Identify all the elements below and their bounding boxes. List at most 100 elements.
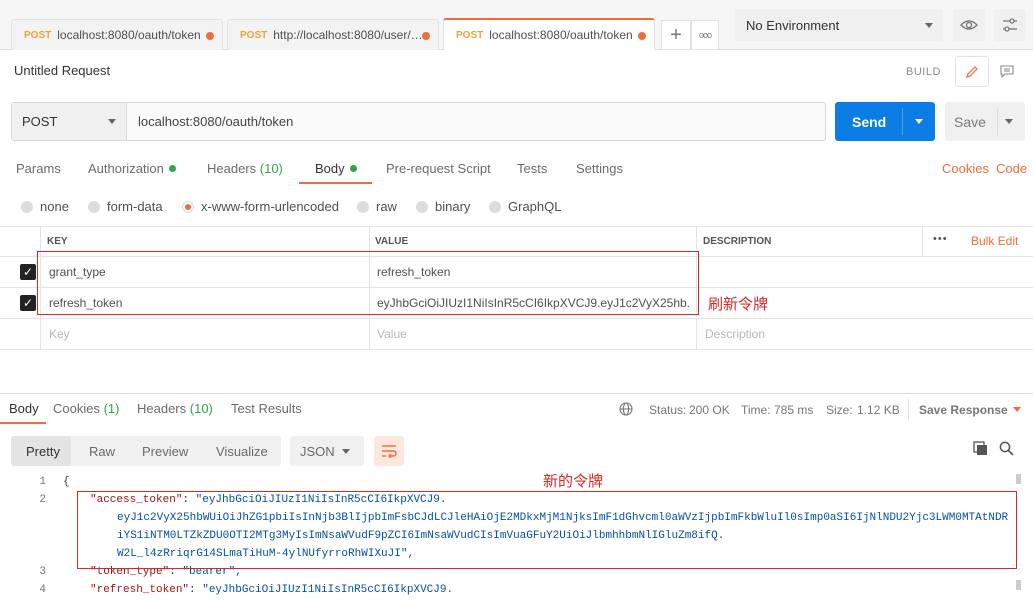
request-title[interactable]: Untitled Request: [14, 63, 110, 78]
radio-raw[interactable]: raw: [357, 199, 397, 214]
tab-method: POST: [456, 29, 484, 41]
scrollbar-thumb[interactable]: [1016, 474, 1021, 484]
code-line: "refresh_token": "eyJhbGciOiJIUzI1NiIsIn…: [90, 584, 453, 596]
view-visualize[interactable]: Visualize: [216, 444, 268, 459]
response-headers-count: (10): [189, 401, 213, 416]
cookies-count: (1): [103, 401, 120, 416]
row-checkbox[interactable]: ✓: [20, 264, 36, 280]
tab-headers-label: Headers: [207, 161, 257, 176]
url-bar: POST localhost:8080/oauth/token: [11, 102, 826, 141]
table-border: [922, 226, 923, 256]
send-button[interactable]: Send: [835, 102, 935, 141]
environment-quick-look-button[interactable]: [953, 9, 985, 41]
scrollbar-thumb[interactable]: [1016, 580, 1021, 590]
save-options-chevron-icon[interactable]: [1005, 119, 1013, 124]
unsaved-dot-icon: [638, 32, 646, 40]
tab-tests[interactable]: Tests: [517, 161, 547, 176]
comment-icon: [1000, 65, 1014, 78]
tab-prerequest-script[interactable]: Pre-request Script: [386, 161, 491, 176]
radio-label: none: [40, 199, 69, 214]
radio-binary[interactable]: binary: [416, 199, 470, 214]
json-value: "eyJhbGciOiJIUzI1NiIsInR5cCI6IkpXVCJ9.: [202, 584, 454, 596]
json-sep: :: [189, 584, 203, 596]
wrap-lines-button[interactable]: [374, 436, 404, 466]
format-select[interactable]: JSON: [290, 436, 364, 466]
tab-url: localhost:8080/oauth/token: [489, 28, 633, 42]
column-header-value: VALUE: [375, 236, 409, 247]
plus-icon: +: [670, 23, 682, 46]
response-tab-cookies[interactable]: Cookies (1): [53, 401, 119, 416]
code-link[interactable]: Code: [996, 161, 1027, 176]
active-tab-underline: [0, 422, 46, 424]
radio-graphql[interactable]: GraphQL: [489, 199, 561, 214]
tab-authorization[interactable]: Authorization: [88, 161, 176, 176]
response-tab-cookies-label: Cookies: [53, 401, 100, 416]
tab-headers[interactable]: Headers (10): [207, 161, 283, 176]
time-value: 785 ms: [774, 403, 814, 417]
radio-label: GraphQL: [508, 199, 562, 214]
response-tab-test-results[interactable]: Test Results: [231, 401, 302, 416]
response-tab-body[interactable]: Body: [9, 401, 39, 416]
more-tabs-button[interactable]: ooo: [691, 20, 719, 50]
cookies-link[interactable]: Cookies: [942, 161, 989, 176]
chevron-down-icon[interactable]: [1013, 407, 1021, 412]
checkmark-icon: ✓: [22, 296, 34, 310]
request-tab-active[interactable]: POST localhost:8080/oauth/token: [443, 18, 655, 50]
row-checkbox[interactable]: ✓: [20, 295, 36, 311]
time-label: Time:: [741, 403, 771, 417]
radio-label: x-www-form-urlencoded: [201, 199, 339, 214]
line-number: 1: [39, 476, 46, 488]
view-pretty[interactable]: Pretty: [26, 444, 60, 459]
copy-icon[interactable]: [973, 441, 988, 456]
search-icon[interactable]: [999, 441, 1014, 456]
headers-count: (10): [259, 161, 283, 176]
radio-form-data[interactable]: form-data: [88, 199, 163, 214]
save-button[interactable]: Save: [945, 102, 1025, 141]
view-preview[interactable]: Preview: [142, 444, 188, 459]
request-tab[interactable]: POST http://localhost:8080/user/g...: [227, 19, 439, 50]
description-placeholder[interactable]: Description: [705, 327, 765, 341]
environment-select[interactable]: No Environment: [735, 9, 943, 41]
request-tab[interactable]: POST localhost:8080/oauth/token: [11, 19, 223, 50]
response-tab-headers[interactable]: Headers (10): [137, 401, 213, 416]
new-tab-button[interactable]: +: [661, 20, 691, 50]
view-raw[interactable]: Raw: [89, 444, 115, 459]
status-value: 200 OK: [689, 403, 730, 417]
radio-x-www-form-urlencoded[interactable]: x-www-form-urlencoded: [182, 199, 339, 214]
environment-label: No Environment: [746, 17, 840, 33]
status-label: Status:: [649, 403, 687, 417]
table-border: [0, 318, 1033, 319]
bulk-edit-link[interactable]: Bulk Edit: [971, 234, 1018, 248]
comments-button[interactable]: [990, 56, 1024, 87]
line-number: 2: [39, 494, 46, 506]
table-border: [0, 349, 1033, 350]
manage-environments-button[interactable]: [994, 9, 1026, 41]
key-placeholder[interactable]: Key: [49, 327, 70, 341]
divider: [902, 108, 903, 135]
save-response-button[interactable]: Save Response: [919, 403, 1008, 417]
chevron-down-icon: [925, 23, 933, 28]
more-options-icon[interactable]: •••: [933, 233, 948, 245]
tab-params[interactable]: Params: [16, 161, 61, 176]
tab-body-label: Body: [315, 161, 345, 176]
size-value: 1.12 KB: [857, 403, 900, 417]
method-select[interactable]: POST: [12, 103, 127, 140]
radio-circle-selected: [182, 200, 194, 213]
json-key: "refresh_token": [90, 584, 190, 596]
send-options-chevron-icon[interactable]: [915, 119, 923, 124]
sliders-icon: [1003, 18, 1017, 32]
format-label: JSON: [300, 443, 335, 459]
unsaved-dot-icon: [422, 32, 430, 40]
radio-none[interactable]: none: [21, 199, 69, 214]
radio-circle: [489, 200, 501, 213]
tab-authorization-label: Authorization: [88, 161, 164, 176]
tab-settings[interactable]: Settings: [576, 161, 623, 176]
annotation-refresh-token: 刷新令牌: [708, 295, 769, 313]
tab-url: http://localhost:8080/user/g...: [273, 28, 426, 42]
value-placeholder[interactable]: Value: [377, 327, 407, 341]
tab-body[interactable]: Body: [315, 161, 357, 176]
globe-icon[interactable]: [619, 402, 633, 416]
divider: [908, 399, 909, 419]
url-input[interactable]: localhost:8080/oauth/token: [138, 114, 293, 129]
edit-button[interactable]: [955, 56, 989, 87]
